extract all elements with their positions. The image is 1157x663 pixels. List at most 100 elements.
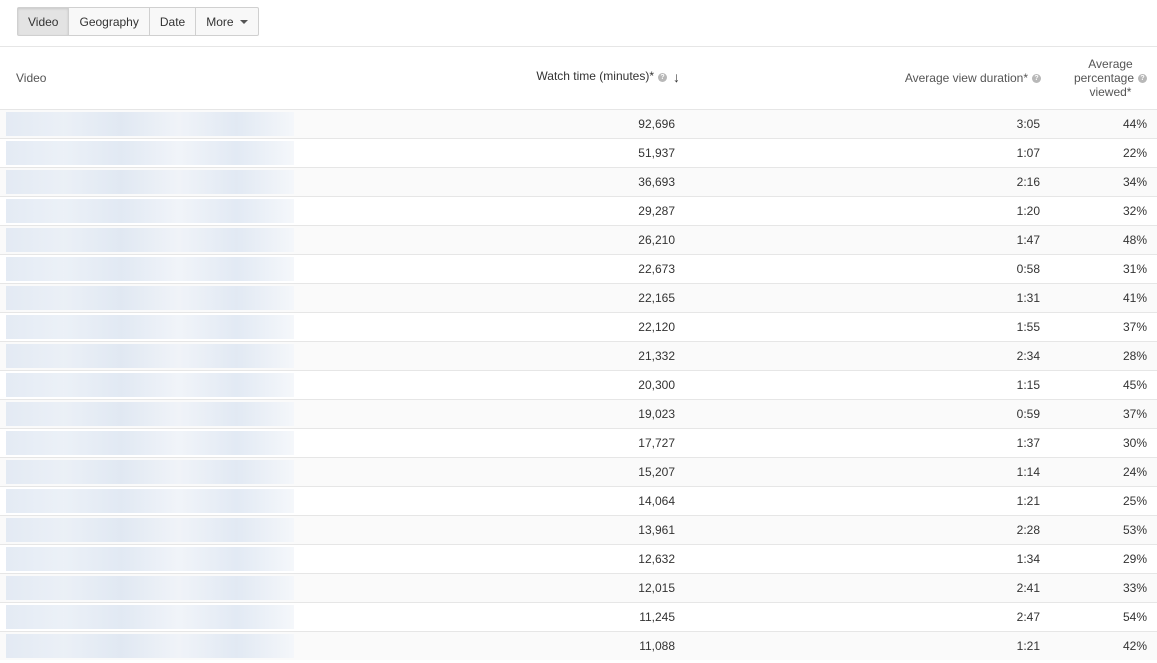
tab-geography-label: Geography	[79, 14, 139, 29]
video-title-blurred[interactable]	[6, 547, 294, 571]
table-row[interactable]: 92,696 3:05 44%	[0, 109, 1157, 138]
avg-duration-cell: 0:58	[1016, 262, 1040, 276]
sort-descending-icon: ↓	[673, 69, 680, 85]
video-title-blurred[interactable]	[6, 141, 294, 165]
help-icon[interactable]: ?	[658, 72, 667, 82]
avg-duration-cell: 1:47	[1016, 233, 1040, 247]
avg-duration-cell: 1:14	[1016, 465, 1040, 479]
column-header-avg-percentage[interactable]: Average percentage? viewed*	[1074, 57, 1147, 99]
avg-duration-cell: 2:16	[1016, 175, 1040, 189]
table-row[interactable]: 17,727 1:37 30%	[0, 428, 1157, 457]
watch-time-cell: 12,015	[638, 581, 675, 595]
watch-time-cell: 22,165	[638, 291, 675, 305]
avg-duration-cell: 1:31	[1016, 291, 1040, 305]
watch-time-cell: 26,210	[638, 233, 675, 247]
column-header-avg-percentage-line2-wrap: percentage?	[1074, 71, 1147, 85]
column-header-avg-percentage-line3: viewed*	[1089, 85, 1132, 99]
avg-duration-cell: 2:41	[1016, 581, 1040, 595]
tab-geography[interactable]: Geography	[69, 8, 150, 35]
video-title-blurred[interactable]	[6, 112, 294, 136]
table-row[interactable]: 51,937 1:07 22%	[0, 138, 1157, 167]
table-row[interactable]: 13,961 2:28 53%	[0, 515, 1157, 544]
tab-more[interactable]: More	[196, 8, 257, 35]
watch-time-cell: 19,023	[638, 407, 675, 421]
watch-time-cell: 11,245	[639, 610, 675, 624]
avg-percentage-cell: 34%	[1122, 175, 1147, 189]
avg-duration-cell: 2:47	[1016, 610, 1040, 624]
avg-percentage-cell: 41%	[1122, 291, 1147, 305]
watch-time-cell: 20,300	[638, 378, 675, 392]
watch-time-cell: 17,727	[638, 436, 675, 450]
watch-time-cell: 11,088	[639, 639, 675, 653]
column-header-avg-duration[interactable]: Average view duration*?	[905, 71, 1041, 85]
table-row[interactable]: 11,088 1:21 42%	[0, 631, 1157, 660]
table-row[interactable]: 20,300 1:15 45%	[0, 370, 1157, 399]
video-title-blurred[interactable]	[6, 460, 294, 484]
video-title-blurred[interactable]	[6, 489, 294, 513]
video-title-blurred[interactable]	[6, 373, 294, 397]
table-row[interactable]: 36,693 2:16 34%	[0, 167, 1157, 196]
avg-percentage-cell: 53%	[1122, 523, 1147, 537]
video-title-blurred[interactable]	[6, 431, 294, 455]
watch-time-cell: 22,673	[638, 262, 675, 276]
avg-duration-cell: 1:37	[1016, 436, 1040, 450]
avg-duration-cell: 1:15	[1016, 378, 1040, 392]
tab-video-label: Video	[28, 14, 59, 29]
table-row[interactable]: 14,064 1:21 25%	[0, 486, 1157, 515]
column-header-avg-percentage-line2: percentage	[1073, 71, 1134, 85]
avg-percentage-cell: 37%	[1122, 407, 1147, 421]
avg-duration-cell: 2:28	[1016, 523, 1040, 537]
avg-percentage-cell: 37%	[1122, 320, 1147, 334]
video-title-blurred[interactable]	[6, 257, 294, 281]
column-header-video[interactable]: Video	[16, 71, 46, 85]
video-title-blurred[interactable]	[6, 228, 294, 252]
column-header-watch-time[interactable]: Watch time (minutes)*? ↓	[536, 69, 680, 85]
video-title-blurred[interactable]	[6, 170, 294, 194]
help-icon[interactable]: ?	[1138, 74, 1147, 84]
avg-duration-cell: 1:21	[1016, 494, 1040, 508]
avg-duration-cell: 1:21	[1016, 639, 1040, 653]
column-header-avg-duration-label: Average view duration*	[904, 71, 1028, 85]
table-row[interactable]: 11,245 2:47 54%	[0, 602, 1157, 631]
table-row[interactable]: 22,673 0:58 31%	[0, 254, 1157, 283]
avg-percentage-cell: 44%	[1122, 117, 1147, 131]
avg-percentage-cell: 25%	[1122, 494, 1147, 508]
watch-time-cell: 22,120	[638, 320, 675, 334]
watch-time-cell: 12,632	[638, 552, 675, 566]
watch-time-cell: 51,937	[638, 146, 675, 160]
help-icon[interactable]: ?	[1032, 74, 1041, 84]
watch-time-cell: 21,332	[638, 349, 675, 363]
avg-percentage-cell: 22%	[1122, 146, 1147, 160]
video-title-blurred[interactable]	[6, 199, 294, 223]
table-row[interactable]: 21,332 2:34 28%	[0, 341, 1157, 370]
avg-percentage-cell: 42%	[1122, 639, 1147, 653]
avg-duration-cell: 1:07	[1016, 146, 1040, 160]
table-row[interactable]: 22,120 1:55 37%	[0, 312, 1157, 341]
tab-more-label: More	[206, 14, 234, 29]
video-title-blurred[interactable]	[6, 576, 294, 600]
video-title-blurred[interactable]	[6, 344, 294, 368]
tab-video[interactable]: Video	[18, 8, 70, 35]
watch-time-cell: 14,064	[638, 494, 675, 508]
video-title-blurred[interactable]	[6, 286, 294, 310]
video-title-blurred[interactable]	[6, 634, 294, 658]
table-row[interactable]: 15,207 1:14 24%	[0, 457, 1157, 486]
table-row[interactable]: 19,023 0:59 37%	[0, 399, 1157, 428]
column-header-video-label: Video	[16, 71, 47, 85]
tab-date[interactable]: Date	[150, 8, 197, 35]
table-row[interactable]: 22,165 1:31 41%	[0, 283, 1157, 312]
video-title-blurred[interactable]	[6, 402, 294, 426]
avg-percentage-cell: 48%	[1122, 233, 1147, 247]
video-title-blurred[interactable]	[6, 315, 294, 339]
avg-percentage-cell: 28%	[1122, 349, 1147, 363]
column-header-avg-percentage-line1: Average	[1088, 57, 1133, 71]
avg-duration-cell: 0:59	[1016, 407, 1040, 421]
table-row[interactable]: 26,210 1:47 48%	[0, 225, 1157, 254]
chevron-down-icon	[239, 19, 248, 24]
avg-duration-cell: 2:34	[1016, 349, 1040, 363]
table-row[interactable]: 12,015 2:41 33%	[0, 573, 1157, 602]
video-title-blurred[interactable]	[6, 518, 294, 542]
table-row[interactable]: 29,287 1:20 32%	[0, 196, 1157, 225]
table-row[interactable]: 12,632 1:34 29%	[0, 544, 1157, 573]
video-title-blurred[interactable]	[6, 605, 294, 629]
